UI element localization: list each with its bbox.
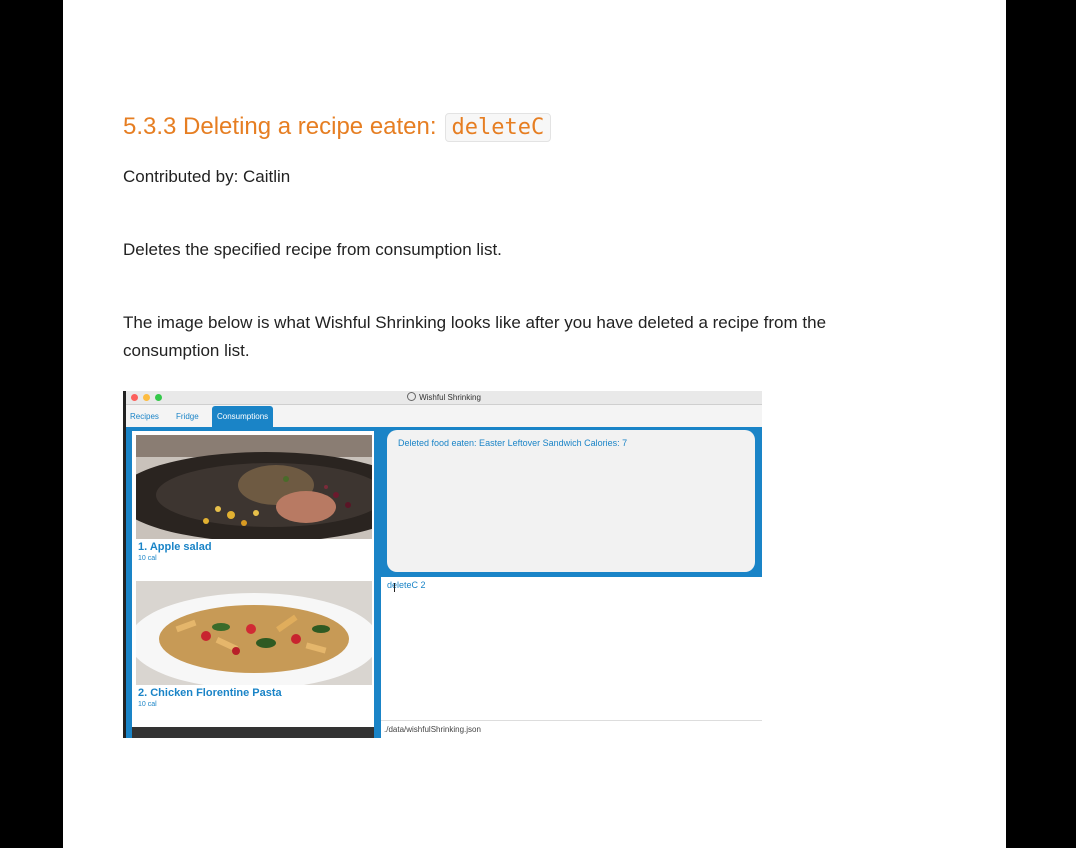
- tab-recipes[interactable]: Recipes: [130, 412, 159, 421]
- image-intro: The image below is what Wishful Shrinkin…: [123, 313, 827, 360]
- command-input[interactable]: deleteC 2: [387, 580, 426, 592]
- list-item[interactable]: 2. Chicken Florentine Pasta 10 cal: [136, 581, 372, 727]
- description: Deletes the specified recipe from consum…: [123, 240, 502, 259]
- command-input-text: deleteC 2: [387, 580, 426, 590]
- section-heading: 5.3.3 Deleting a recipe eaten: deleteC: [123, 110, 552, 144]
- list-item[interactable]: 1. Apple salad 10 cal: [136, 435, 372, 575]
- status-file-path: ./data/wishfulShrinking.json: [384, 725, 481, 734]
- app-screenshot: Wishful Shrinking Recipes Fridge Consump…: [123, 391, 762, 738]
- section-heading-code: deleteC: [444, 112, 552, 142]
- consumption-list[interactable]: 1. Apple salad 10 cal 2. Chicken Florent…: [132, 431, 374, 728]
- recipe-title: 2. Chicken Florentine Pasta: [138, 687, 282, 699]
- window-title: Wishful Shrinking: [126, 392, 762, 402]
- app-icon: [407, 392, 417, 401]
- status-bar: ./data/wishfulShrinking.json: [381, 720, 762, 738]
- result-message: Deleted food eaten: Easter Leftover Sand…: [398, 438, 628, 448]
- recipe-photo: [136, 435, 372, 539]
- recipe-title: 1. Apple salad: [138, 541, 212, 553]
- text-caret: [394, 583, 395, 592]
- recipe-calories: 10 cal: [138, 701, 157, 708]
- command-box[interactable]: deleteC 2: [381, 577, 762, 720]
- tab-fridge[interactable]: Fridge: [176, 412, 199, 421]
- window-titlebar: Wishful Shrinking: [126, 391, 762, 405]
- contributed-by: Contributed by: Caitlin: [123, 167, 291, 186]
- window-title-text: Wishful Shrinking: [419, 393, 481, 402]
- tab-bar: Recipes Fridge Consumptions: [126, 405, 762, 427]
- recipe-photo: [136, 581, 372, 685]
- tab-consumptions[interactable]: Consumptions: [212, 406, 274, 427]
- list-scrollbar[interactable]: [132, 727, 374, 738]
- recipe-calories: 10 cal: [138, 555, 157, 562]
- section-heading-text: 5.3.3 Deleting a recipe eaten:: [123, 113, 437, 140]
- documentation-page: 5.3.3 Deleting a recipe eaten: deleteC C…: [63, 0, 1006, 848]
- result-display: Deleted food eaten: Easter Leftover Sand…: [387, 430, 755, 572]
